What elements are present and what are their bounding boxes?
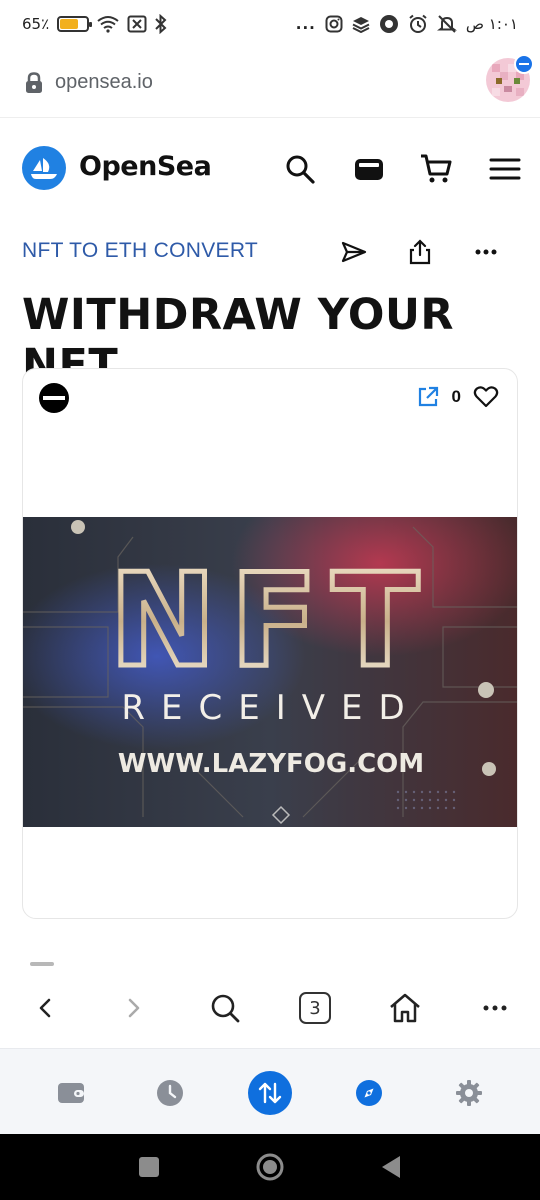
nft-image[interactable]: NFT RECEIVED WWW.LAZYFOG.COM (23, 517, 517, 827)
home-icon (390, 993, 420, 1023)
collection-link[interactable]: NFT TO ETH CONVERT (22, 239, 258, 263)
forward-icon (128, 998, 140, 1018)
alarm-icon (409, 14, 427, 33)
avatar-badge-icon (514, 54, 534, 74)
search-icon[interactable] (283, 152, 317, 186)
tabs-button[interactable]: 3 (298, 991, 332, 1025)
browser-tab[interactable] (347, 1071, 391, 1115)
layers-icon (352, 17, 370, 33)
lock-icon (26, 72, 42, 93)
history-icon (157, 1080, 183, 1106)
wallet-icon (58, 1083, 84, 1103)
menu-icon[interactable] (488, 152, 522, 186)
status-left: 65٪ (22, 14, 167, 34)
site-header: OpenSea (0, 140, 540, 200)
nft-image-website: WWW.LAZYFOG.COM (118, 749, 424, 779)
browser-compass-icon (356, 1080, 382, 1106)
bluetooth-icon (155, 14, 167, 34)
heart-icon[interactable] (473, 385, 499, 409)
nft-image-subline: RECEIVED (121, 688, 420, 728)
toolbar-more-button[interactable] (478, 991, 512, 1025)
status-bar: 65٪ ... ١:٠١ ص (0, 0, 540, 52)
back-icon (39, 998, 51, 1018)
brand-name[interactable]: OpenSea (79, 151, 212, 182)
history-tab[interactable] (148, 1071, 192, 1115)
wallet-tab[interactable] (49, 1071, 93, 1115)
opensea-logo-icon[interactable] (22, 146, 66, 190)
more-icon[interactable] (472, 238, 500, 266)
battery-percent: 65٪ (22, 15, 50, 33)
forward-button[interactable] (117, 991, 151, 1025)
instagram-icon (325, 15, 343, 33)
swap-tab[interactable] (248, 1071, 292, 1115)
wifi-icon (97, 16, 119, 33)
mute-bell-icon (436, 15, 457, 33)
toolbar-search-button[interactable] (208, 991, 242, 1025)
truncated-content (30, 962, 54, 966)
nft-card: 0 NFT RECEIVED WWW.LAZYFOG.COM (22, 368, 518, 919)
favorite-count: 0 (451, 387, 461, 406)
swap-icon (258, 1082, 282, 1104)
clock: ١:٠١ ص (465, 15, 518, 33)
settings-icon (456, 1080, 482, 1106)
search-icon (211, 994, 240, 1023)
item-subheader: NFT TO ETH CONVERT (22, 232, 522, 272)
recents-icon[interactable] (134, 1152, 164, 1182)
address-bar[interactable]: opensea.io (0, 52, 540, 118)
browser-toolbar: 3 (0, 975, 540, 1041)
home-button[interactable] (388, 991, 422, 1025)
send-icon[interactable] (340, 238, 368, 266)
more-dots-icon: ... (295, 15, 316, 33)
tabs-icon: 3 (299, 992, 331, 1024)
sim-off-icon (127, 15, 147, 33)
settings-tab[interactable] (447, 1071, 491, 1115)
status-right: ... ١:٠١ ص (296, 14, 518, 34)
card-actions: 0 (416, 385, 499, 409)
system-nav-bar (0, 1134, 540, 1200)
external-link-icon[interactable] (416, 385, 440, 409)
share-icon[interactable] (406, 238, 434, 266)
back-button[interactable] (28, 991, 62, 1025)
more-icon (483, 1005, 507, 1011)
back-nav-icon[interactable] (376, 1152, 406, 1182)
wallet-bar (0, 1048, 540, 1134)
nft-image-headline: NFT (109, 547, 433, 696)
wallet-card-icon[interactable] (352, 152, 386, 186)
battery-icon (57, 16, 93, 32)
record-icon (379, 15, 398, 33)
url-text[interactable]: opensea.io (55, 71, 153, 94)
home-nav-icon[interactable] (255, 1152, 285, 1182)
chain-icon (39, 383, 69, 413)
cart-icon[interactable] (419, 152, 453, 186)
